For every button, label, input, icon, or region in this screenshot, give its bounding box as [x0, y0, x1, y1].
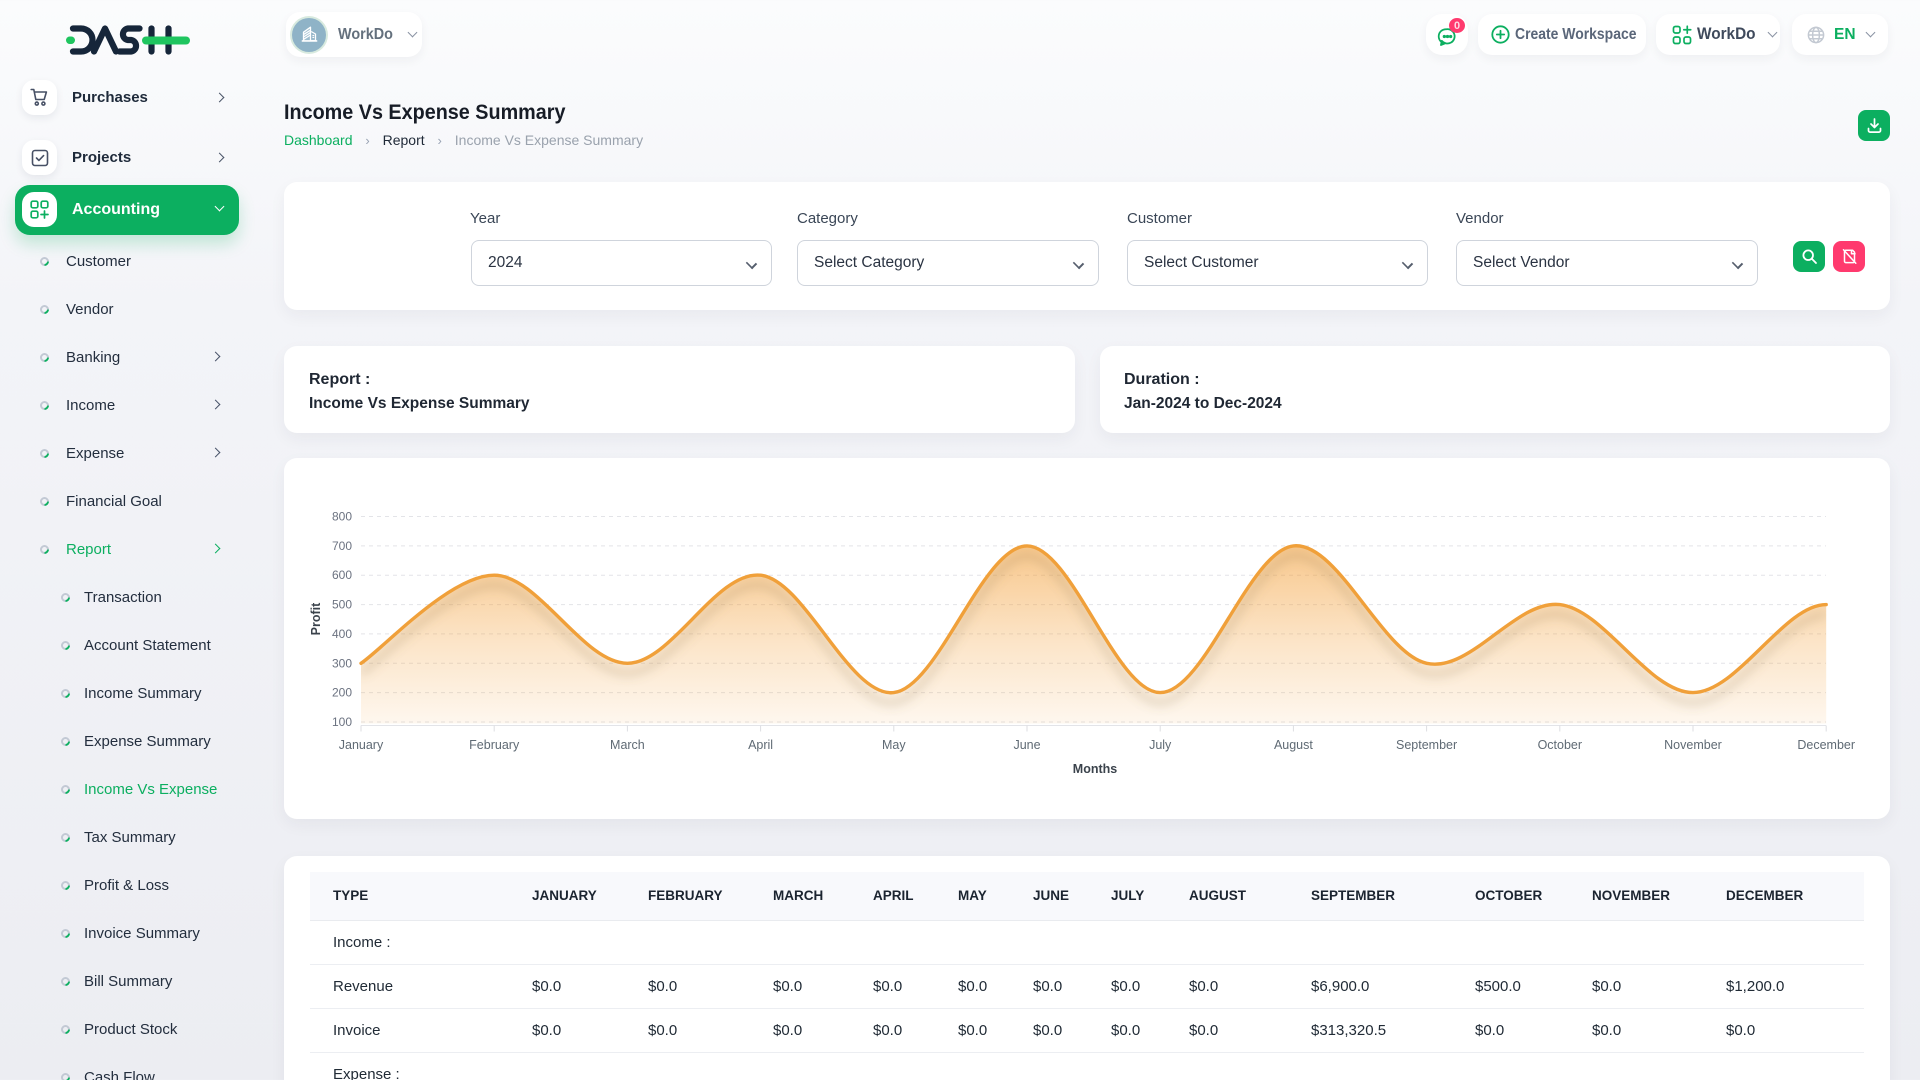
svg-text:400: 400 [332, 627, 352, 641]
svg-text:October: October [1538, 738, 1582, 752]
svg-text:July: July [1149, 738, 1172, 752]
svg-text:600: 600 [332, 568, 352, 582]
svg-text:June: June [1013, 738, 1040, 752]
svg-text:November: November [1664, 738, 1722, 752]
svg-text:Profit: Profit [309, 602, 323, 635]
svg-text:May: May [882, 738, 906, 752]
svg-text:February: February [469, 738, 520, 752]
svg-text:August: August [1274, 738, 1313, 752]
svg-text:April: April [748, 738, 773, 752]
svg-text:100: 100 [332, 715, 352, 729]
svg-text:500: 500 [332, 598, 352, 612]
svg-text:300: 300 [332, 656, 352, 670]
svg-text:December: December [1797, 738, 1855, 752]
svg-text:200: 200 [332, 686, 352, 700]
svg-text:January: January [339, 738, 384, 752]
svg-text:800: 800 [332, 510, 352, 524]
svg-text:700: 700 [332, 539, 352, 553]
svg-text:September: September [1396, 738, 1457, 752]
svg-text:March: March [610, 738, 645, 752]
svg-text:Months: Months [1073, 762, 1117, 776]
